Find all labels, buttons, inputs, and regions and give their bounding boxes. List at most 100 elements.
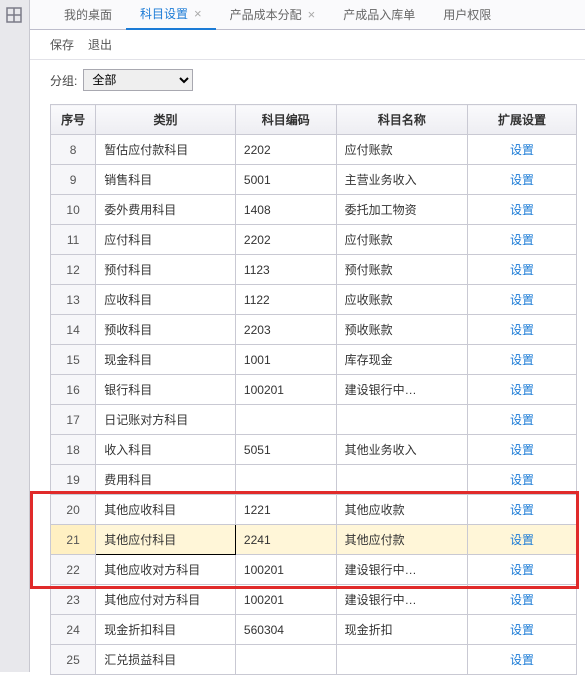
cell-code: 1408 [235,195,336,225]
cell-name: 预收账款 [336,315,468,345]
settings-link[interactable]: 设置 [510,203,534,217]
cell-name: 应付账款 [336,225,468,255]
table-row[interactable]: 19费用科目设置 [51,465,577,495]
cell-seq: 20 [51,495,96,525]
table-row[interactable]: 15现金科目1001库存现金设置 [51,345,577,375]
settings-link[interactable]: 设置 [510,443,534,457]
settings-link[interactable]: 设置 [510,413,534,427]
filter-label: 分组: [50,72,77,89]
cell-category: 应付科目 [96,225,236,255]
col-cat: 类别 [96,105,236,135]
cell-name: 其他业务收入 [336,435,468,465]
table-row[interactable]: 8暂估应付款科目2202应付账款设置 [51,135,577,165]
table-wrap: 序号 类别 科目编码 科目名称 扩展设置 8暂估应付款科目2202应付账款设置9… [50,104,577,672]
cell-category: 现金科目 [96,345,236,375]
settings-link[interactable]: 设置 [510,383,534,397]
table-row[interactable]: 21其他应付科目2241其他应付款设置 [51,525,577,555]
table-row[interactable]: 13应收科目1122应收账款设置 [51,285,577,315]
cell-code [235,405,336,435]
tab-desktop[interactable]: 我的桌面 [50,0,126,30]
cell-name: 应收账款 [336,285,468,315]
table-row[interactable]: 23其他应付对方科目100201建设银行中…设置 [51,585,577,615]
cell-code: 100201 [235,585,336,615]
cell-seq: 12 [51,255,96,285]
cell-seq: 11 [51,225,96,255]
cell-name: 预付账款 [336,255,468,285]
cell-name: 建设银行中… [336,585,468,615]
settings-link[interactable]: 设置 [510,173,534,187]
cell-code: 2202 [235,135,336,165]
table-header-row: 序号 类别 科目编码 科目名称 扩展设置 [51,105,577,135]
settings-link[interactable]: 设置 [510,503,534,517]
table-row[interactable]: 12预付科目1123预付账款设置 [51,255,577,285]
cell-seq: 14 [51,315,96,345]
cell-code [235,465,336,495]
table-row[interactable]: 14预收科目2203预收账款设置 [51,315,577,345]
subject-table: 序号 类别 科目编码 科目名称 扩展设置 8暂估应付款科目2202应付账款设置9… [50,104,577,675]
tab-user-perm[interactable]: 用户权限 [429,0,505,30]
cell-name: 主营业务收入 [336,165,468,195]
settings-link[interactable]: 设置 [510,623,534,637]
cell-ext: 设置 [468,315,577,345]
tab-cost-alloc[interactable]: 产品成本分配 × [216,0,330,30]
settings-link[interactable]: 设置 [510,593,534,607]
close-icon[interactable]: × [308,7,316,22]
table-row[interactable]: 24现金折扣科目560304现金折扣设置 [51,615,577,645]
table-row[interactable]: 11应付科目2202应付账款设置 [51,225,577,255]
settings-link[interactable]: 设置 [510,533,534,547]
settings-link[interactable]: 设置 [510,323,534,337]
cell-seq: 22 [51,555,96,585]
table-row[interactable]: 10委外费用科目1408委托加工物资设置 [51,195,577,225]
group-select[interactable]: 全部 [83,69,193,91]
cell-category: 预收科目 [96,315,236,345]
table-row[interactable]: 9销售科目5001主营业务收入设置 [51,165,577,195]
settings-link[interactable]: 设置 [510,653,534,667]
cell-code: 100201 [235,555,336,585]
cell-ext: 设置 [468,495,577,525]
cell-category: 现金折扣科目 [96,615,236,645]
settings-link[interactable]: 设置 [510,233,534,247]
cell-ext: 设置 [468,555,577,585]
tab-account-settings[interactable]: 科目设置 × [126,0,216,30]
cell-ext: 设置 [468,465,577,495]
table-row[interactable]: 18收入科目5051其他业务收入设置 [51,435,577,465]
cell-ext: 设置 [468,615,577,645]
cell-seq: 17 [51,405,96,435]
cell-ext: 设置 [468,525,577,555]
settings-link[interactable]: 设置 [510,563,534,577]
left-rail [0,0,30,672]
table-row[interactable]: 20其他应收科目1221其他应收款 设置 [51,495,577,525]
col-seq: 序号 [51,105,96,135]
quit-button[interactable]: 退出 [88,36,112,53]
cell-seq: 24 [51,615,96,645]
table-row[interactable]: 17日记账对方科目 设置 [51,405,577,435]
cell-ext: 设置 [468,645,577,675]
save-button[interactable]: 保存 [50,36,74,53]
table-row[interactable]: 22其他应收对方科目100201建设银行中…设置 [51,555,577,585]
cell-name: 现金折扣 [336,615,468,645]
settings-link[interactable]: 设置 [510,353,534,367]
cell-category: 暂估应付款科目 [96,135,236,165]
cell-category: 日记账对方科目 [96,405,236,435]
cell-name: 库存现金 [336,345,468,375]
cell-name: 应付账款 [336,135,468,165]
cell-name: 建设银行中… [336,375,468,405]
cell-name: 其他应收款 [336,495,468,525]
app-icon [5,6,23,24]
cell-name: 建设银行中… [336,555,468,585]
cell-category: 银行科目 [96,375,236,405]
cell-category: 其他应收科目 [96,495,236,525]
table-row[interactable]: 25汇兑损益科目设置 [51,645,577,675]
cell-category: 收入科目 [96,435,236,465]
close-icon[interactable]: × [194,6,202,21]
tab-finished-goods[interactable]: 产成品入库单 [329,0,429,30]
settings-link[interactable]: 设置 [510,473,534,487]
cell-code: 1221 [235,495,336,525]
settings-link[interactable]: 设置 [510,263,534,277]
cell-code: 1123 [235,255,336,285]
table-row[interactable]: 16银行科目100201建设银行中…设置 [51,375,577,405]
settings-link[interactable]: 设置 [510,293,534,307]
cell-ext: 设置 [468,165,577,195]
settings-link[interactable]: 设置 [510,143,534,157]
cell-category: 委外费用科目 [96,195,236,225]
